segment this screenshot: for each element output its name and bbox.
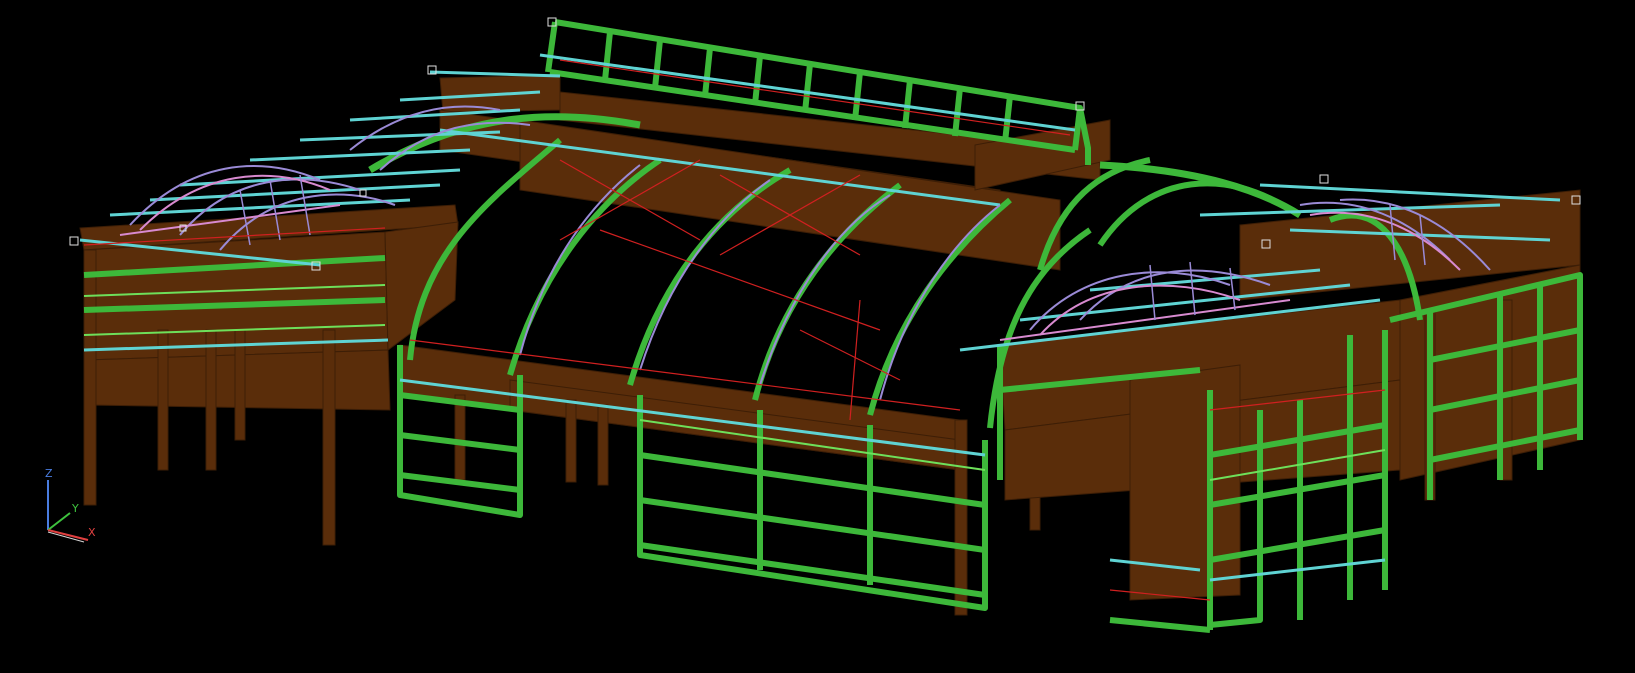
ucs-x-label: X: [88, 526, 96, 539]
ucs-x-axis: [47, 529, 89, 541]
ucs-y-axis: [47, 512, 71, 531]
structural-model[interactable]: Z Y X: [0, 0, 1635, 673]
ucs-y-label: Y: [71, 502, 79, 515]
model-viewport[interactable]: Z Y X: [0, 0, 1635, 673]
ucs-z-label: Z: [45, 467, 53, 480]
